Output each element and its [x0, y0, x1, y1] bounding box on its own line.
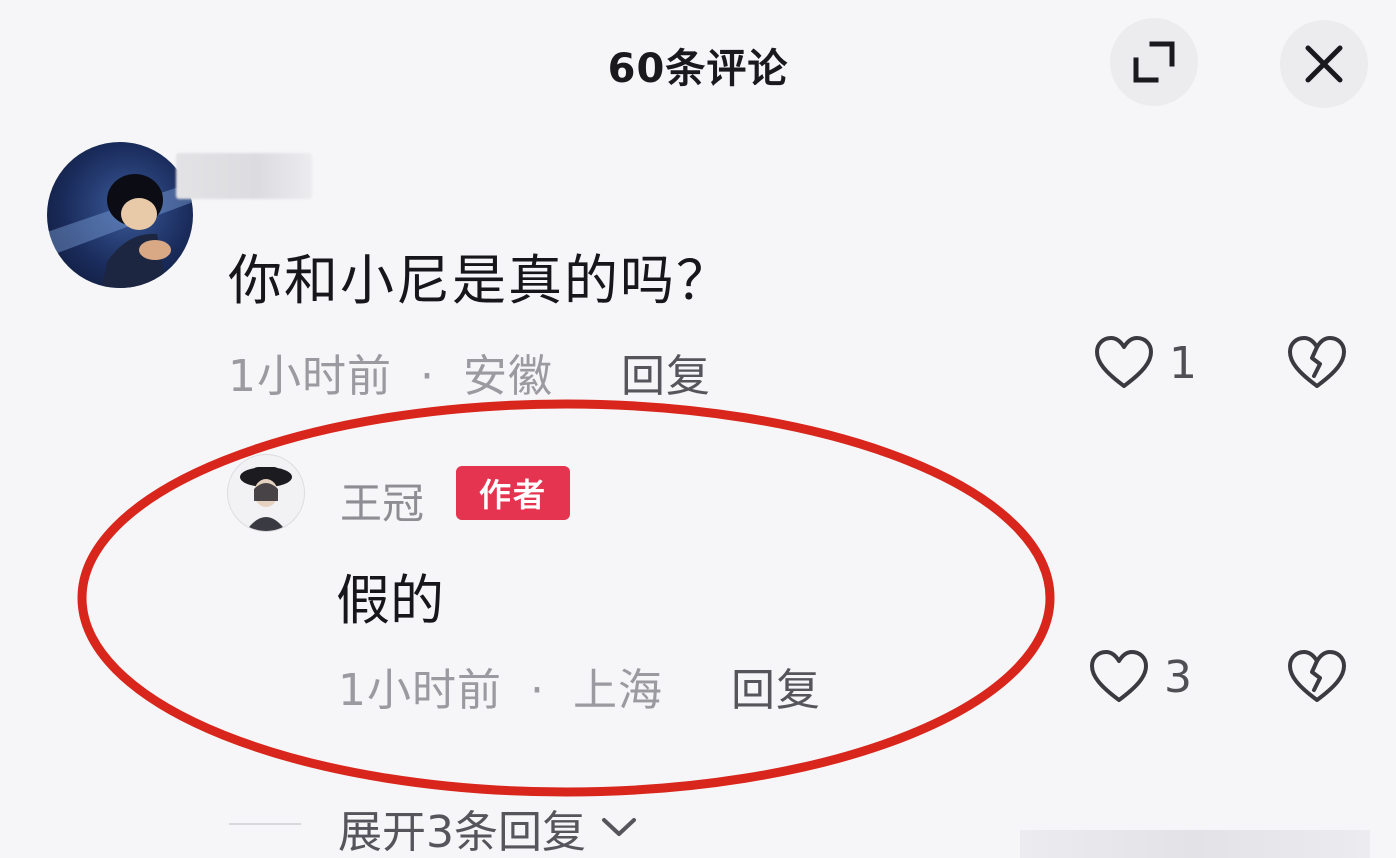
avatar-figure [47, 174, 193, 288]
expand-button[interactable] [1110, 18, 1198, 106]
dislike-button[interactable] [1286, 334, 1348, 396]
reply-meta: 1小时前 · 上海 回复 [338, 654, 821, 718]
replies-divider [229, 823, 301, 825]
bottom-blur-strip [1020, 830, 1370, 858]
close-icon [1305, 45, 1343, 83]
comment-time: 1小时前 [228, 351, 392, 402]
author-avatar[interactable] [227, 454, 305, 532]
heart-outline-icon [1095, 336, 1153, 388]
reply-button[interactable]: 回复 [731, 665, 821, 716]
expand-replies-label: 展开3条回复 [338, 807, 586, 858]
dislike-button[interactable] [1286, 648, 1348, 710]
like-count: 3 [1164, 651, 1192, 703]
like-count: 1 [1169, 337, 1197, 389]
avatar-figure [240, 467, 292, 531]
meta-separator: · [420, 351, 435, 402]
username-redacted [176, 153, 312, 199]
author-badge: 作者 [456, 466, 570, 520]
comment-text: 你和小尼是真的吗？ [228, 249, 732, 312]
close-button[interactable] [1280, 20, 1368, 108]
reply-time: 1小时前 [338, 665, 502, 716]
broken-heart-icon [1288, 650, 1346, 702]
like-button[interactable]: 1 [1093, 334, 1197, 392]
chevron-down-icon [602, 818, 636, 836]
author-name[interactable]: 王冠 [340, 470, 424, 531]
reply-text: 假的 [336, 569, 444, 632]
expand-replies-button[interactable]: 展开3条回复 [338, 796, 638, 858]
broken-heart-icon [1288, 336, 1346, 388]
reply-location: 上海 [573, 665, 663, 716]
heart-outline-icon [1090, 650, 1148, 702]
like-button[interactable]: 3 [1088, 648, 1192, 706]
comment-location: 安徽 [463, 351, 553, 402]
expand-icon [1133, 41, 1175, 83]
user-avatar[interactable] [47, 142, 193, 288]
comment-meta: 1小时前 · 安徽 回复 [228, 340, 711, 404]
comments-panel: 60条评论 你和小尼是真的吗？ 1小时前 · 安徽 回复 1 王冠 作者 假的 … [0, 0, 1396, 858]
meta-separator: · [530, 665, 545, 716]
reply-button[interactable]: 回复 [621, 351, 711, 402]
highlight-ellipse [77, 399, 1055, 797]
